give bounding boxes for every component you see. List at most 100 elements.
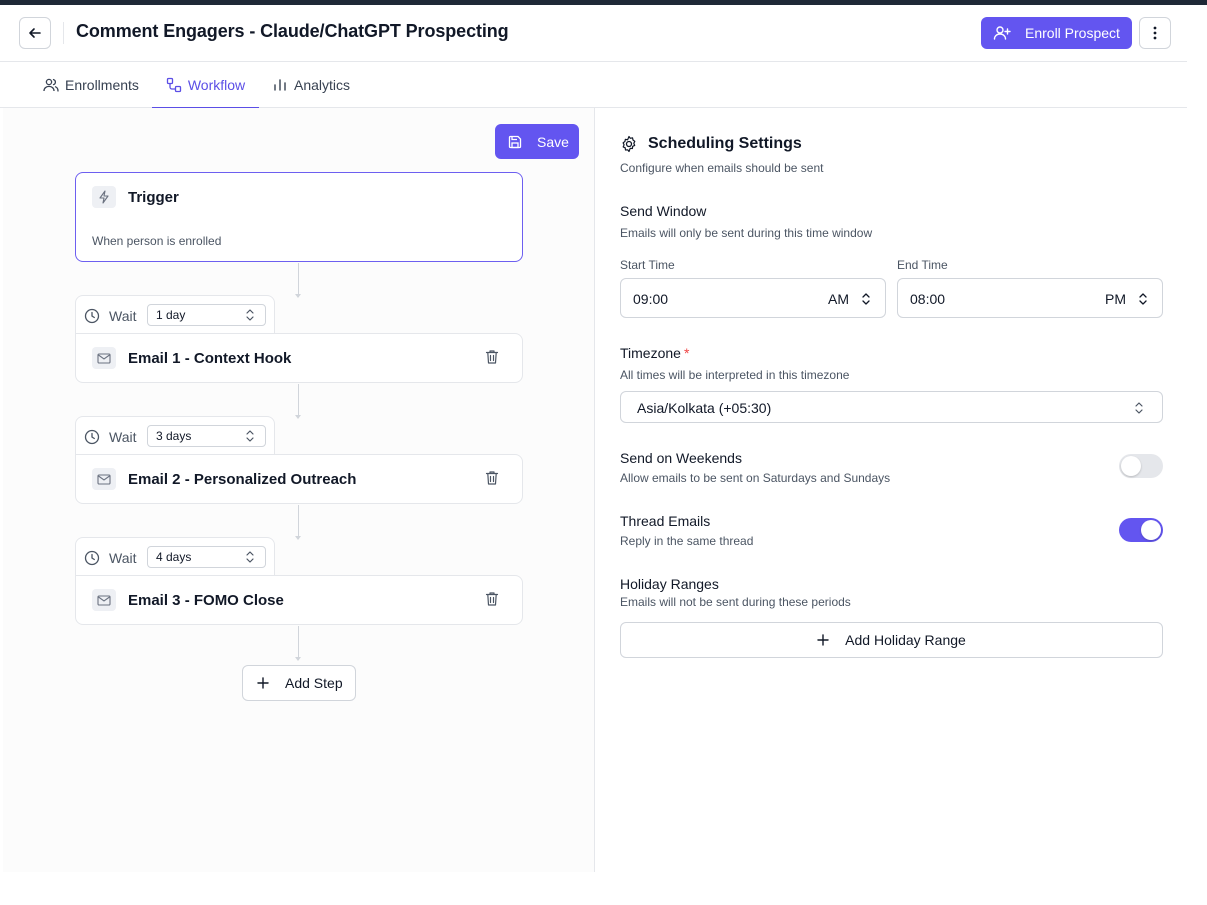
start-time-label: Start Time <box>620 258 675 272</box>
trash-icon[interactable] <box>485 349 499 365</box>
plus-icon <box>257 677 269 689</box>
chevrons-up-down-icon <box>246 430 254 442</box>
email-step-card-3[interactable]: Email 3 - FOMO Close <box>75 575 523 625</box>
workflow-canvas: Save Trigger When person is enrolled Wai… <box>3 108 595 872</box>
clock-icon <box>84 550 100 566</box>
chevrons-up-down-icon <box>1135 402 1143 414</box>
clock-icon <box>84 429 100 445</box>
end-time-label: End Time <box>897 258 948 272</box>
wait-duration-select[interactable]: 1 day <box>147 304 266 326</box>
tab-enrollments[interactable]: Enrollments <box>43 62 139 108</box>
thread-emails-toggle[interactable] <box>1119 518 1163 542</box>
toggle-knob <box>1121 456 1141 476</box>
email-icon-wrap <box>92 589 116 611</box>
email-icon-wrap <box>92 347 116 369</box>
wait-duration-select[interactable]: 4 days <box>147 546 266 568</box>
mail-icon <box>97 594 111 606</box>
header-divider <box>63 22 64 44</box>
workflow-icon <box>166 77 181 93</box>
add-step-label: Add Step <box>285 675 343 691</box>
user-plus-icon <box>993 26 1011 40</box>
send-window-description: Emails will only be sent during this tim… <box>620 226 873 240</box>
thread-emails-title: Thread Emails <box>620 513 711 529</box>
wait-duration-value: 4 days <box>156 550 192 564</box>
end-time-period[interactable]: PM <box>1105 291 1126 307</box>
send-window-title: Send Window <box>620 203 707 219</box>
end-time-input[interactable]: 08:00 PM <box>897 278 1163 318</box>
step-connector <box>295 505 301 540</box>
back-button[interactable] <box>19 17 51 49</box>
step-connector <box>295 263 301 298</box>
wait-label: Wait <box>109 429 137 445</box>
trigger-card[interactable]: Trigger When person is enrolled <box>75 172 523 262</box>
weekends-description: Allow emails to be sent on Saturdays and… <box>620 471 891 485</box>
trigger-description: When person is enrolled <box>92 234 222 248</box>
arrow-left-icon <box>29 28 41 38</box>
start-time-value: 09:00 <box>633 291 669 307</box>
toggle-knob <box>1141 520 1161 540</box>
wait-label: Wait <box>109 308 137 324</box>
chevrons-up-down-icon <box>246 551 254 563</box>
timezone-value: Asia/Kolkata (+05:30) <box>637 400 772 416</box>
wait-step-1: Wait 1 day <box>75 295 275 335</box>
trash-icon[interactable] <box>485 470 499 486</box>
chevrons-up-down-icon <box>862 293 870 305</box>
page-title: Comment Engagers - Claude/ChatGPT Prospe… <box>76 21 509 41</box>
save-label: Save <box>537 133 569 150</box>
email-step-title: Email 2 - Personalized Outreach <box>128 471 357 488</box>
wait-step-3: Wait 4 days <box>75 537 275 577</box>
email-step-title: Email 1 - Context Hook <box>128 350 292 367</box>
page-header: Comment Engagers - Claude/ChatGPT Prospe… <box>0 5 1187 62</box>
start-time-input[interactable]: 09:00 AM <box>620 278 886 318</box>
email-step-card-2[interactable]: Email 2 - Personalized Outreach <box>75 454 523 504</box>
scheduling-title: Scheduling Settings <box>648 135 802 152</box>
enroll-prospect-label: Enroll Prospect <box>1025 25 1120 41</box>
wait-step-2: Wait 3 days <box>75 416 275 456</box>
weekends-toggle[interactable] <box>1119 454 1163 478</box>
end-time-value: 08:00 <box>910 291 946 307</box>
bar-chart-icon <box>274 79 286 91</box>
email-step-title: Email 3 - FOMO Close <box>128 592 284 609</box>
chevrons-up-down-icon <box>246 309 254 321</box>
tab-enrollments-label: Enrollments <box>65 77 139 93</box>
clock-icon <box>84 308 100 324</box>
required-marker: * <box>683 345 690 361</box>
enroll-prospect-button[interactable]: Enroll Prospect <box>981 17 1132 49</box>
add-holiday-range-button[interactable]: Add Holiday Range <box>620 622 1163 658</box>
timezone-select[interactable]: Asia/Kolkata (+05:30) <box>620 391 1163 423</box>
step-connector <box>295 384 301 419</box>
email-icon-wrap <box>92 468 116 490</box>
wait-duration-value: 1 day <box>156 308 186 322</box>
start-time-period[interactable]: AM <box>828 291 849 307</box>
plus-icon <box>817 634 829 646</box>
trigger-icon-wrap <box>92 186 116 208</box>
add-holiday-range-label: Add Holiday Range <box>845 632 966 648</box>
tab-bar: Enrollments Workflow Analytics <box>0 62 1187 109</box>
gear-icon <box>622 135 636 153</box>
timezone-title-text: Timezone <box>620 345 681 361</box>
tab-workflow-label: Workflow <box>187 77 246 93</box>
add-step-button[interactable]: Add Step <box>242 665 356 701</box>
wait-duration-value: 3 days <box>156 429 192 443</box>
lightning-icon <box>99 190 109 204</box>
more-vertical-icon <box>1153 26 1157 40</box>
holiday-ranges-description: Emails will not be sent during these per… <box>620 595 851 609</box>
more-options-button[interactable] <box>1139 17 1171 49</box>
tab-analytics[interactable]: Analytics <box>272 62 350 108</box>
save-icon <box>508 135 522 148</box>
tab-workflow[interactable]: Workflow <box>152 62 259 109</box>
users-icon <box>43 78 59 92</box>
timezone-title: Timezone * <box>620 345 689 361</box>
mail-icon <box>97 352 111 364</box>
mail-icon <box>97 473 111 485</box>
thread-emails-description: Reply in the same thread <box>620 534 754 548</box>
trash-icon[interactable] <box>485 591 499 607</box>
save-button[interactable]: Save <box>495 124 579 159</box>
step-connector <box>295 626 301 661</box>
chevrons-up-down-icon <box>1139 293 1147 305</box>
trigger-title: Trigger <box>128 189 179 206</box>
wait-duration-select[interactable]: 3 days <box>147 425 266 447</box>
tab-analytics-label: Analytics <box>294 77 351 93</box>
email-step-card-1[interactable]: Email 1 - Context Hook <box>75 333 523 383</box>
scheduling-description: Configure when emails should be sent <box>620 161 824 175</box>
